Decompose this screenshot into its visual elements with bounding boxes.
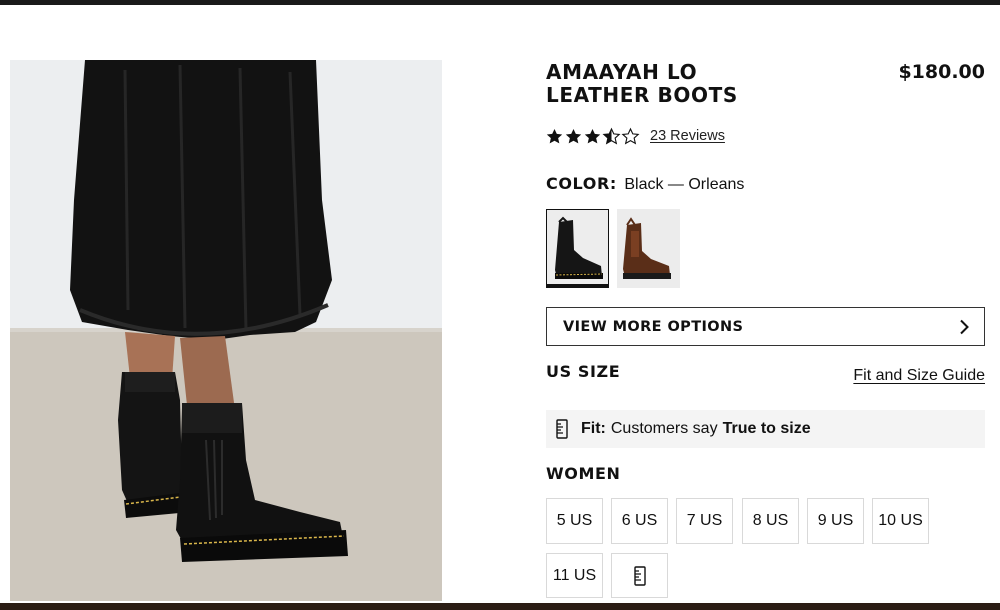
size-option-7[interactable]: 7 US [676,498,733,544]
rating: 23 Reviews [545,124,725,148]
fit-text: Customers say [610,420,718,437]
black-boot-thumbnail [547,210,608,284]
fit-info-box: Fit: Customers say True to size [546,410,985,448]
ruler-icon [633,565,646,586]
star-full-icon [565,128,582,143]
product-image[interactable] [10,60,442,601]
product-title-line-2: LEATHER BOOTS [546,83,738,107]
size-option-6[interactable]: 6 US [611,498,668,544]
size-option-10[interactable]: 10 US [872,498,929,544]
women-heading: WOMEN [546,464,621,483]
star-rating[interactable] [545,127,640,146]
view-more-options-button[interactable]: VIEW MORE OPTIONS [546,307,985,346]
top-bar [0,0,1000,5]
size-option-8[interactable]: 8 US [742,498,799,544]
size-option-11[interactable]: 11 US [546,553,603,598]
ruler-icon [556,419,568,439]
product-title-line-1: AMAAYAH LO [546,60,698,84]
fit-and-size-guide-link[interactable]: Fit and Size Guide [853,367,985,385]
product-price: $180.00 [898,61,985,83]
brown-boot-thumbnail [617,209,678,285]
view-more-options-label: VIEW MORE OPTIONS [563,318,744,335]
fit-label: Fit: [581,420,606,437]
star-full-icon [584,128,601,143]
size-guide-button[interactable] [611,553,668,598]
reviews-link[interactable]: 23 Reviews [650,128,725,144]
chevron-right-icon [960,319,969,334]
us-size-heading: US SIZE [546,362,621,381]
product-photo-illustration [10,60,442,601]
color-swatches [546,209,688,288]
size-option-9[interactable]: 9 US [807,498,864,544]
color-value: Black — Orleans [624,176,745,193]
swatch-brown[interactable] [617,209,680,288]
bottom-bar [0,603,1000,610]
swatch-black[interactable] [546,209,609,288]
star-empty-icon [621,127,640,144]
star-half-icon [602,127,621,144]
star-full-icon [546,128,563,143]
color-row: COLOR: Black — Orleans [546,174,744,195]
fit-value: True to size [722,420,811,437]
color-label: COLOR: [546,174,617,193]
product-title: AMAAYAH LO LEATHER BOOTS [546,61,846,107]
size-option-5[interactable]: 5 US [546,498,603,544]
